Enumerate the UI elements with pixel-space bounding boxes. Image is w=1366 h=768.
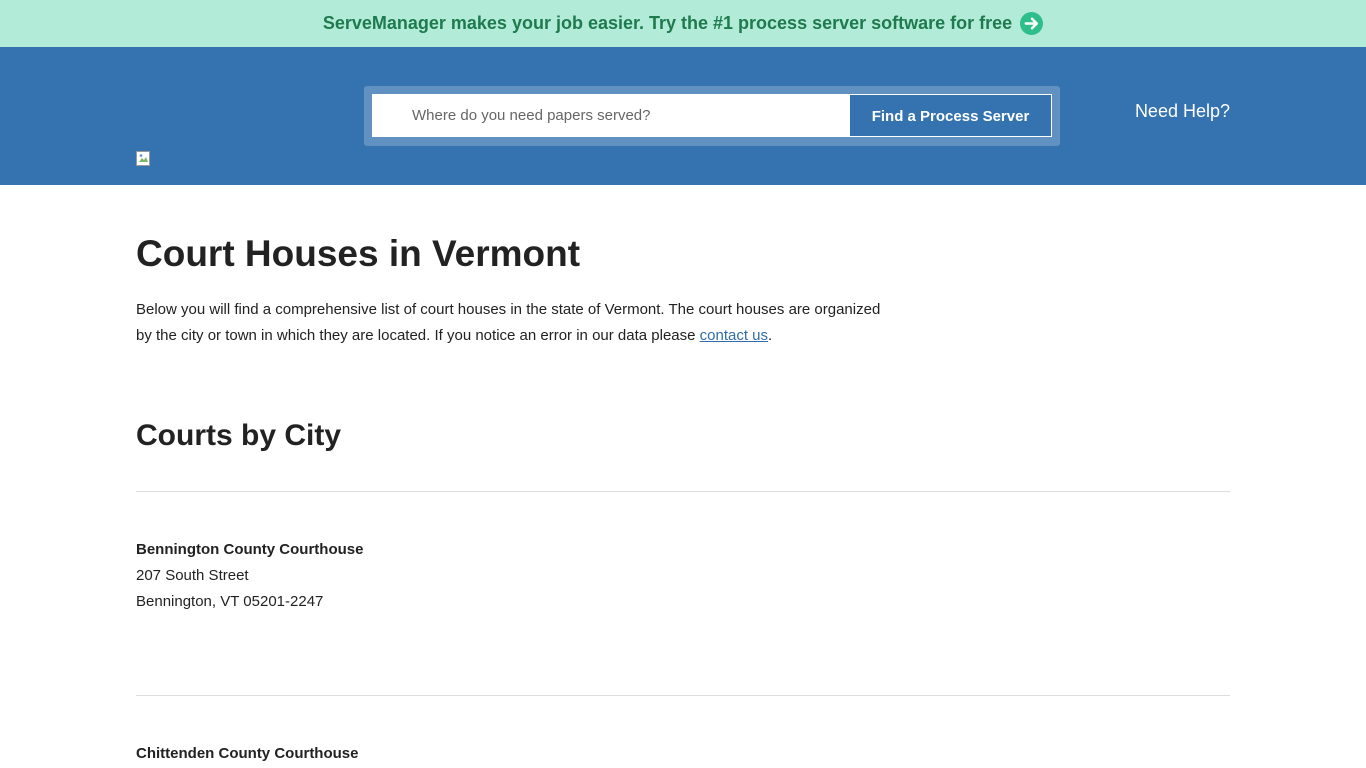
main-content: Court Houses in Vermont Below you will f… [136,232,1230,767]
list-item: Bennington County Courthouse 207 South S… [136,492,1230,695]
court-name: Chittenden County Courthouse [136,745,359,762]
need-help-link[interactable]: Need Help? [1135,101,1230,122]
list-item: Chittenden County Courthouse [136,696,1230,767]
promo-text: ServeManager makes your job easier. Try … [322,13,1013,33]
promo-link[interactable]: ServeManager makes your job easier. Try … [322,12,1044,35]
site-header: Find a Process Server Need Help? [0,47,1366,185]
court-street: 207 South Street [136,567,249,584]
promo-bar: ServeManager makes your job easier. Try … [0,0,1366,47]
intro-paragraph: Below you will find a comprehensive list… [136,297,896,349]
find-process-server-button[interactable]: Find a Process Server [849,94,1052,137]
court-name: Bennington County Courthouse [136,541,364,558]
court-list: Bennington County Courthouse 207 South S… [136,492,1230,767]
search-form: Find a Process Server [364,86,1060,146]
logo-broken-image[interactable] [136,151,152,167]
arrow-right-circle-icon [1020,12,1044,35]
page-title: Court Houses in Vermont [136,233,581,274]
section-title: Courts by City [136,419,342,452]
court-city-line: Bennington, VT 05201-2247 [136,593,324,610]
contact-us-link[interactable]: contact us [700,327,768,344]
search-input[interactable] [372,94,849,137]
intro-end: . [768,327,773,344]
